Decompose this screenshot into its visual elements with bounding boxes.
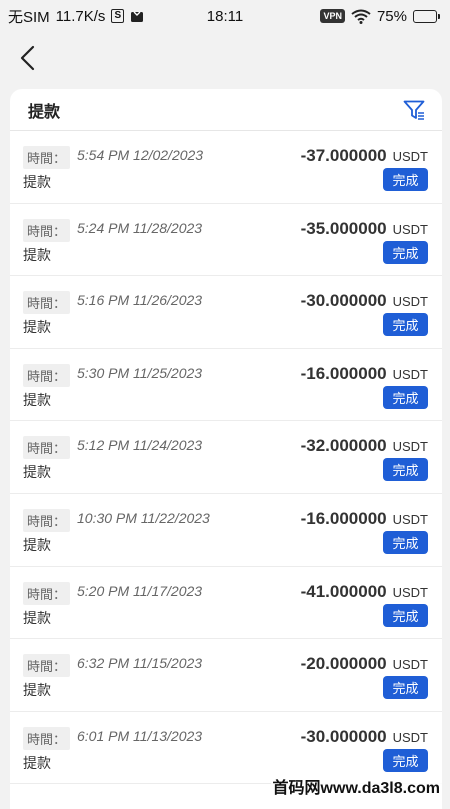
time-label: 時間： xyxy=(23,146,70,169)
transaction-row[interactable]: 時間： 10:30 PM 11/22/2023 提款 -16.000000 US… xyxy=(10,494,442,567)
time-label: 時間： xyxy=(23,509,70,532)
network-speed: 11.7K/s xyxy=(56,8,106,25)
transaction-amount: -30.000000 xyxy=(301,291,387,311)
amount-group: -41.000000 USDT xyxy=(301,582,428,602)
transaction-time: 5:24 PM 11/28/2023 xyxy=(77,220,202,236)
time-label: 時間： xyxy=(23,436,70,459)
transaction-list: 時間： 5:54 PM 12/02/2023 提款 -37.000000 USD… xyxy=(10,131,442,784)
status-right: VPN 75% xyxy=(320,8,440,25)
status-badge[interactable]: 完成 xyxy=(383,168,428,191)
amount-group: -35.000000 USDT xyxy=(301,219,428,239)
currency-label: USDT xyxy=(393,367,428,382)
transaction-time: 5:54 PM 12/02/2023 xyxy=(77,147,203,163)
transaction-row[interactable]: 時間： 5:16 PM 11/26/2023 提款 -30.000000 USD… xyxy=(10,276,442,349)
currency-label: USDT xyxy=(393,585,428,600)
transaction-type: 提款 xyxy=(23,753,51,773)
withdrawal-card: 提款 時間： 5:54 PM 12/02/2023 提款 -37.000000 … xyxy=(10,89,442,809)
currency-label: USDT xyxy=(393,149,428,164)
amount-group: -20.000000 USDT xyxy=(301,654,428,674)
transaction-amount: -41.000000 xyxy=(301,582,387,602)
transaction-amount: -37.000000 xyxy=(301,146,387,166)
transaction-type: 提款 xyxy=(23,462,51,482)
transaction-row[interactable]: 時間： 5:54 PM 12/02/2023 提款 -37.000000 USD… xyxy=(10,131,442,204)
status-badge[interactable]: 完成 xyxy=(383,458,428,481)
time-label: 時間： xyxy=(23,727,70,750)
transaction-type: 提款 xyxy=(23,535,51,555)
battery-percent: 75% xyxy=(377,8,407,25)
transaction-time: 10:30 PM 11/22/2023 xyxy=(77,510,210,526)
amount-group: -16.000000 USDT xyxy=(301,364,428,384)
transaction-type: 提款 xyxy=(23,245,51,265)
status-badge[interactable]: 完成 xyxy=(383,531,428,554)
transaction-type: 提款 xyxy=(23,172,51,192)
currency-label: USDT xyxy=(393,730,428,745)
currency-label: USDT xyxy=(393,512,428,527)
transaction-row[interactable]: 時間： 5:12 PM 11/24/2023 提款 -32.000000 USD… xyxy=(10,421,442,494)
time-label: 時間： xyxy=(23,582,70,605)
transaction-time: 5:20 PM 11/17/2023 xyxy=(77,583,202,599)
status-badge[interactable]: 完成 xyxy=(383,313,428,336)
vpn-badge: VPN xyxy=(320,9,345,23)
transaction-type: 提款 xyxy=(23,317,51,337)
transaction-time: 5:16 PM 11/26/2023 xyxy=(77,292,202,308)
amount-group: -37.000000 USDT xyxy=(301,146,428,166)
transaction-amount: -16.000000 xyxy=(301,509,387,529)
battery-icon xyxy=(413,10,440,23)
currency-label: USDT xyxy=(393,657,428,672)
status-badge[interactable]: 完成 xyxy=(383,604,428,627)
amount-group: -32.000000 USDT xyxy=(301,436,428,456)
transaction-type: 提款 xyxy=(23,608,51,628)
transaction-type: 提款 xyxy=(23,390,51,410)
transaction-amount: -30.000000 xyxy=(301,727,387,747)
time-label: 時間： xyxy=(23,219,70,242)
time-label: 時間： xyxy=(23,654,70,677)
transaction-row[interactable]: 時間： 5:24 PM 11/28/2023 提款 -35.000000 USD… xyxy=(10,204,442,277)
currency-label: USDT xyxy=(393,222,428,237)
status-badge[interactable]: 完成 xyxy=(383,241,428,264)
transaction-time: 6:32 PM 11/15/2023 xyxy=(77,655,202,671)
transaction-time: 5:12 PM 11/24/2023 xyxy=(77,437,202,453)
time-label: 時間： xyxy=(23,364,70,387)
carrier-text: 无SIM xyxy=(8,6,50,27)
transaction-amount: -32.000000 xyxy=(301,436,387,456)
transaction-row[interactable]: 時間： 5:20 PM 11/17/2023 提款 -41.000000 USD… xyxy=(10,567,442,640)
status-badge[interactable]: 完成 xyxy=(383,676,428,699)
time-label: 時間： xyxy=(23,291,70,314)
card-header: 提款 xyxy=(10,89,442,131)
currency-label: USDT xyxy=(393,294,428,309)
s-badge-icon: S xyxy=(111,9,124,23)
currency-label: USDT xyxy=(393,439,428,454)
status-badge[interactable]: 完成 xyxy=(383,386,428,409)
page-title: 提款 xyxy=(28,98,60,122)
back-chevron-icon xyxy=(18,45,38,71)
transaction-amount: -20.000000 xyxy=(301,654,387,674)
filter-icon[interactable] xyxy=(402,98,426,122)
wifi-icon xyxy=(351,9,371,24)
back-button[interactable] xyxy=(12,42,44,74)
notification-icon xyxy=(130,10,144,23)
status-bar: 无SIM 11.7K/s S 18:11 VPN 75% xyxy=(0,0,450,32)
status-left: 无SIM 11.7K/s S xyxy=(8,6,144,27)
transaction-row[interactable]: 時間： 6:32 PM 11/15/2023 提款 -20.000000 USD… xyxy=(10,639,442,712)
transaction-type: 提款 xyxy=(23,680,51,700)
transaction-row[interactable]: 時間： 5:30 PM 11/25/2023 提款 -16.000000 USD… xyxy=(10,349,442,422)
transaction-amount: -16.000000 xyxy=(301,364,387,384)
amount-group: -30.000000 USDT xyxy=(301,291,428,311)
amount-group: -16.000000 USDT xyxy=(301,509,428,529)
amount-group: -30.000000 USDT xyxy=(301,727,428,747)
transaction-time: 5:30 PM 11/25/2023 xyxy=(77,365,202,381)
watermark: 首码网www.da3l8.com xyxy=(271,774,442,798)
transaction-amount: -35.000000 xyxy=(301,219,387,239)
transaction-time: 6:01 PM 11/13/2023 xyxy=(77,728,202,744)
status-badge[interactable]: 完成 xyxy=(383,749,428,772)
